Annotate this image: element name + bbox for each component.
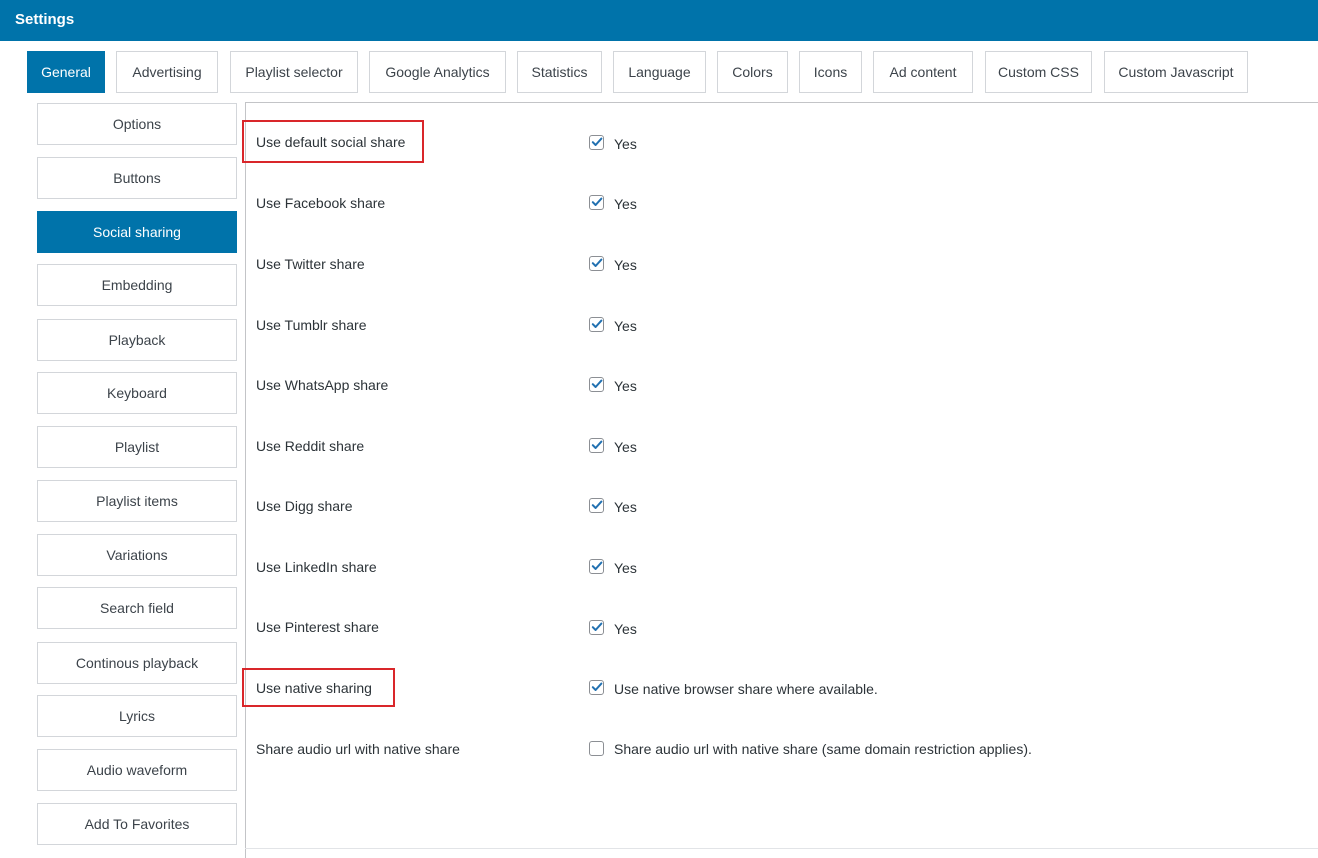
tab-google-analytics[interactable]: Google Analytics: [369, 51, 506, 93]
checkbox-text-digg-share: Yes: [614, 499, 637, 515]
checkmark-icon: [591, 137, 603, 146]
checkmark-icon: [591, 500, 603, 509]
sidebar-item-buttons[interactable]: Buttons: [37, 157, 237, 199]
setting-label-native-sharing: Use native sharing: [256, 680, 372, 696]
sidebar-item-playback[interactable]: Playback: [37, 319, 237, 361]
tab-general[interactable]: General: [27, 51, 105, 93]
checkmark-icon: [591, 319, 603, 328]
checkbox-twitter-share[interactable]: [589, 256, 604, 271]
checkbox-share-audio-url[interactable]: [589, 741, 604, 756]
checkmark-icon: [591, 682, 603, 691]
checkbox-digg-share[interactable]: [589, 498, 604, 513]
checkbox-facebook-share[interactable]: [589, 195, 604, 210]
sidebar-item-variations[interactable]: Variations: [37, 534, 237, 576]
top-tabs: General Advertising Playlist selector Go…: [0, 51, 1318, 93]
checkbox-whatsapp-share[interactable]: [589, 377, 604, 392]
checkbox-text-native-sharing: Use native browser share where available…: [614, 681, 878, 697]
content-panel-top-border: [245, 102, 1318, 103]
checkbox-text-whatsapp-share: Yes: [614, 378, 637, 394]
tab-playlist-selector[interactable]: Playlist selector: [230, 51, 358, 93]
sidebar-item-lyrics[interactable]: Lyrics: [37, 695, 237, 737]
checkbox-pinterest-share[interactable]: [589, 620, 604, 635]
checkbox-text-tumblr-share: Yes: [614, 318, 637, 334]
setting-label-pinterest-share: Use Pinterest share: [256, 619, 379, 635]
sidebar-item-playlist[interactable]: Playlist: [37, 426, 237, 468]
checkmark-icon: [591, 258, 603, 267]
checkmark-icon: [591, 622, 603, 631]
checkmark-icon: [591, 197, 603, 206]
checkbox-native-sharing[interactable]: [589, 680, 604, 695]
sidebar-item-playlist-items[interactable]: Playlist items: [37, 480, 237, 522]
tab-ad-content[interactable]: Ad content: [873, 51, 973, 93]
sidebar-item-add-to-favorites[interactable]: Add To Favorites: [37, 803, 237, 845]
setting-label-whatsapp-share: Use WhatsApp share: [256, 377, 389, 393]
checkmark-icon: [591, 561, 603, 570]
checkbox-reddit-share[interactable]: [589, 438, 604, 453]
checkbox-text-linkedin-share: Yes: [614, 560, 637, 576]
sidebar-item-search-field[interactable]: Search field: [37, 587, 237, 629]
checkbox-text-default-social-share: Yes: [614, 136, 637, 152]
checkbox-text-facebook-share: Yes: [614, 196, 637, 212]
sidebar-item-audio-waveform[interactable]: Audio waveform: [37, 749, 237, 791]
setting-label-digg-share: Use Digg share: [256, 498, 353, 514]
checkbox-text-pinterest-share: Yes: [614, 621, 637, 637]
setting-label-twitter-share: Use Twitter share: [256, 256, 365, 272]
sidebar-item-embedding[interactable]: Embedding: [37, 264, 237, 306]
tab-custom-css[interactable]: Custom CSS: [985, 51, 1092, 93]
tab-icons[interactable]: Icons: [799, 51, 862, 93]
setting-label-reddit-share: Use Reddit share: [256, 438, 365, 454]
content-panel-left-border: [245, 102, 246, 858]
setting-label-default-social-share: Use default social share: [256, 134, 406, 150]
checkbox-default-social-share[interactable]: [589, 135, 604, 150]
checkbox-tumblr-share[interactable]: [589, 317, 604, 332]
setting-label-tumblr-share: Use Tumblr share: [256, 317, 367, 333]
tab-statistics[interactable]: Statistics: [517, 51, 602, 93]
sidebar-item-continous-playback[interactable]: Continous playback: [37, 642, 237, 684]
tab-advertising[interactable]: Advertising: [116, 51, 218, 93]
checkbox-linkedin-share[interactable]: [589, 559, 604, 574]
sidebar-item-keyboard[interactable]: Keyboard: [37, 372, 237, 414]
title-bar: Settings: [0, 0, 1318, 41]
checkbox-text-share-audio-url: Share audio url with native share (same …: [614, 741, 1032, 757]
setting-label-facebook-share: Use Facebook share: [256, 195, 386, 211]
content-panel-bottom-line: [245, 848, 1318, 849]
setting-label-linkedin-share: Use LinkedIn share: [256, 559, 377, 575]
checkbox-text-twitter-share: Yes: [614, 257, 637, 273]
checkbox-text-reddit-share: Yes: [614, 439, 637, 455]
sidebar-item-options[interactable]: Options: [37, 103, 237, 145]
setting-label-share-audio-url: Share audio url with native share: [256, 741, 460, 757]
tab-custom-javascript[interactable]: Custom Javascript: [1104, 51, 1248, 93]
tab-language[interactable]: Language: [613, 51, 706, 93]
sidebar-item-social-sharing[interactable]: Social sharing: [37, 211, 237, 253]
window-title: Settings: [15, 11, 75, 28]
checkmark-icon: [591, 440, 603, 449]
tab-colors[interactable]: Colors: [717, 51, 788, 93]
checkmark-icon: [591, 379, 603, 388]
